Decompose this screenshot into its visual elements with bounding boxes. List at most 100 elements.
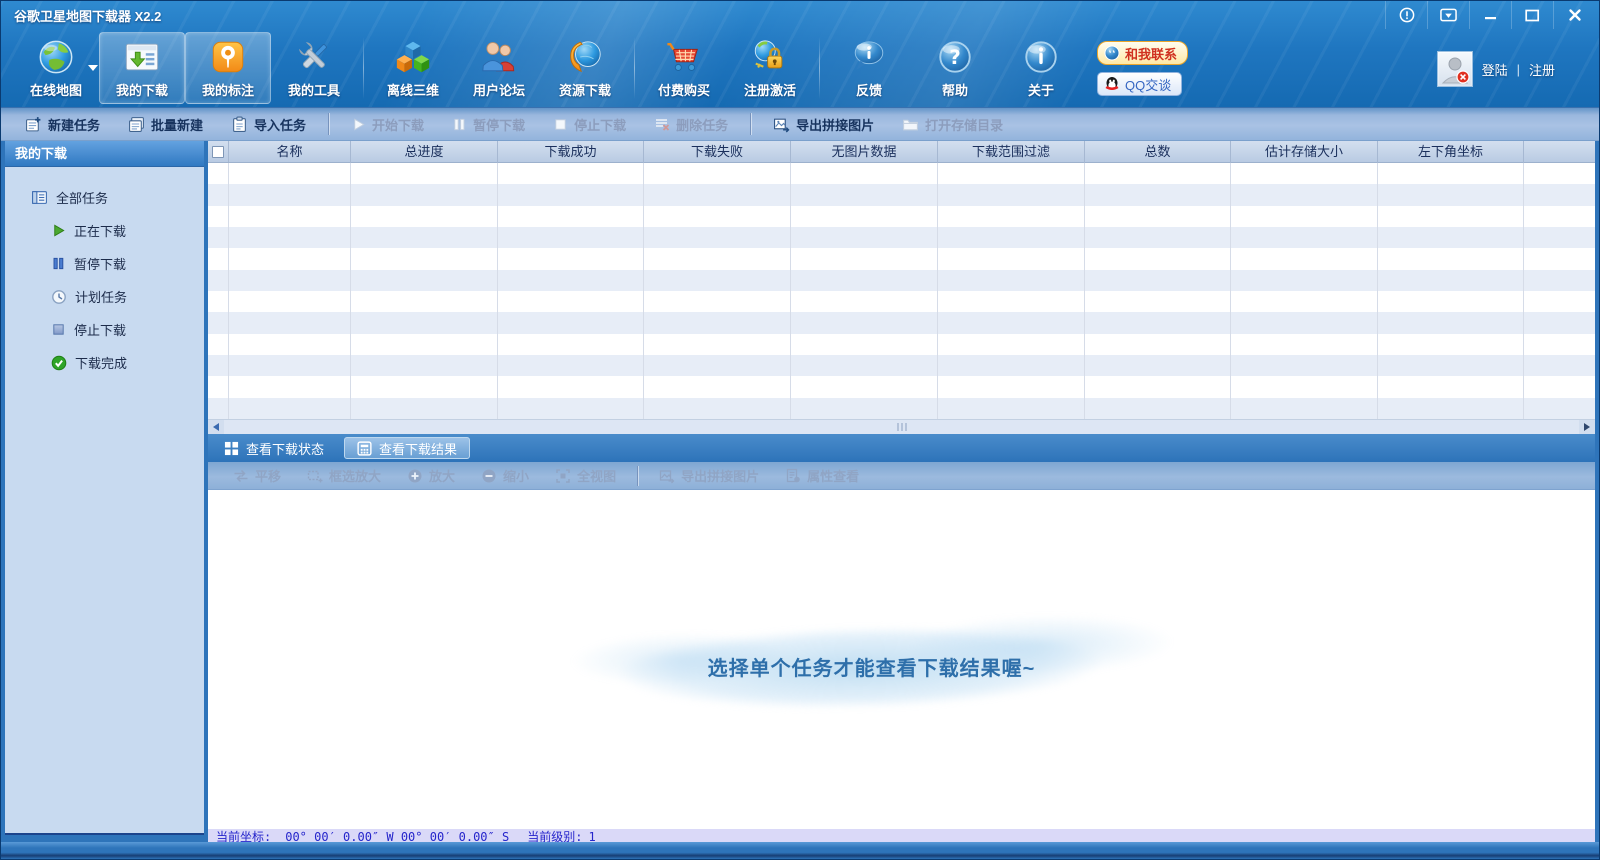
table-row[interactable] — [208, 355, 1595, 376]
view-properties-button[interactable]: 属性查看 — [772, 466, 872, 485]
sidebar-item-stopped[interactable]: 停止下载 — [5, 313, 204, 346]
toolbar-item-my-downloads[interactable]: 我的下载 — [99, 32, 185, 104]
scroll-left-button[interactable] — [208, 420, 224, 434]
stop-icon — [553, 117, 568, 132]
avatar[interactable] — [1437, 51, 1473, 87]
toolbar-item-feedback[interactable]: 反馈 — [826, 32, 912, 104]
export-image-icon — [773, 116, 790, 133]
toolbar-item-offline-3d[interactable]: 离线三维 — [370, 32, 456, 104]
grid-icon — [224, 441, 239, 456]
rect-zoom-button[interactable]: 框选放大 — [294, 466, 394, 485]
table-header: 名称总进度下载成功下载失败无图片数据下载范围过滤总数估计存储大小左下角坐标 — [208, 141, 1595, 163]
batch-new-button[interactable]: 批量新建 — [114, 115, 217, 134]
zoom-in-button[interactable]: 放大 — [394, 466, 468, 485]
column-header-0[interactable]: 名称 — [229, 141, 351, 163]
table-row[interactable] — [208, 163, 1595, 184]
table-row[interactable] — [208, 227, 1595, 248]
zoom-out-button[interactable]: 缩小 — [468, 466, 542, 485]
contact-me-button[interactable]: 和我联系 — [1097, 41, 1188, 65]
new-task-icon — [25, 116, 42, 133]
start-download-button[interactable]: 开始下载 — [337, 115, 438, 134]
toolbar-item-my-annotations[interactable]: 我的标注 — [185, 32, 271, 104]
horizontal-scrollbar[interactable] — [208, 419, 1595, 434]
feedback-bubble-icon — [850, 36, 888, 78]
column-header-1[interactable]: 总进度 — [351, 141, 498, 163]
minimize-to-tray-button[interactable] — [1427, 1, 1469, 29]
app-header: 谷歌卫星地图下载器 X2.2 — [1, 1, 1599, 107]
export-stitched-image-button-2[interactable]: 导出拼接图片 — [646, 466, 772, 485]
table-row[interactable] — [208, 312, 1595, 333]
info-button[interactable] — [1385, 1, 1427, 29]
delete-task-button[interactable]: 删除任务 — [640, 115, 742, 134]
maximize-button[interactable] — [1511, 1, 1553, 29]
globe-lock-icon — [751, 36, 789, 78]
table-row[interactable] — [208, 184, 1595, 205]
tab-download-results[interactable]: 查看下载结果 — [344, 437, 470, 459]
table-row[interactable] — [208, 376, 1595, 397]
window-bottom-frame — [1, 842, 1599, 859]
scroll-right-button[interactable] — [1579, 420, 1595, 434]
sidebar-item-downloading[interactable]: 正在下载 — [5, 214, 204, 247]
shopping-cart-icon — [665, 36, 703, 78]
column-header-6[interactable]: 总数 — [1085, 141, 1231, 163]
sidebar-item-all-tasks[interactable]: 全部任务 — [5, 181, 204, 214]
stop-download-button[interactable]: 停止下载 — [539, 115, 640, 134]
toolbar-item-user-forum[interactable]: 用户论坛 — [456, 32, 542, 104]
zoom-in-icon — [407, 468, 423, 484]
maximize-icon — [1525, 9, 1540, 22]
table-row[interactable] — [208, 248, 1595, 269]
toolbar-item-purchase[interactable]: 付费购买 — [641, 32, 727, 104]
about-info-icon — [1022, 36, 1060, 78]
import-task-button[interactable]: 导入任务 — [217, 115, 320, 134]
scrollbar-grip[interactable] — [897, 423, 906, 431]
column-header-7[interactable]: 估计存储大小 — [1231, 141, 1378, 163]
toolbar-item-resource-download[interactable]: 资源下载 — [542, 32, 628, 104]
window-title: 谷歌卫星地图下载器 X2.2 — [1, 6, 161, 25]
minimize-button[interactable] — [1469, 1, 1511, 29]
select-all-checkbox[interactable] — [212, 146, 224, 158]
table-row[interactable] — [208, 398, 1595, 419]
folder-icon — [902, 116, 919, 133]
globe-online-icon — [37, 36, 75, 78]
table-row[interactable] — [208, 270, 1595, 291]
toolbar-separator — [637, 466, 638, 486]
qq-chat-button[interactable]: QQ交谈 — [1097, 72, 1182, 96]
main-toolbar: 在线地图 我的下载 我的标注 我的工具 — [1, 29, 1599, 107]
column-header-3[interactable]: 下载失败 — [644, 141, 791, 163]
table-row[interactable] — [208, 334, 1595, 355]
stopped-icon — [51, 322, 66, 337]
pan-button[interactable]: 平移 — [220, 466, 294, 485]
toolbar-item-my-tools[interactable]: 我的工具 — [271, 32, 357, 104]
login-link[interactable]: 登陆 — [1482, 60, 1508, 79]
column-header-2[interactable]: 下载成功 — [498, 141, 644, 163]
open-storage-dir-button[interactable]: 打开存储目录 — [888, 115, 1017, 134]
tab-download-status[interactable]: 查看下载状态 — [218, 437, 330, 459]
close-icon — [1568, 8, 1582, 22]
export-image-icon — [659, 468, 675, 484]
column-header-5[interactable]: 下载范围过滤 — [938, 141, 1085, 163]
toolbar-separator — [634, 37, 635, 99]
column-header-8[interactable]: 左下角坐标 — [1378, 141, 1524, 163]
pause-download-button[interactable]: 暂停下载 — [438, 115, 539, 134]
table-row[interactable] — [208, 206, 1595, 227]
register-link[interactable]: 注册 — [1529, 60, 1555, 79]
export-stitched-image-button[interactable]: 导出拼接图片 — [759, 115, 888, 134]
sidebar-item-completed[interactable]: 下载完成 — [5, 346, 204, 379]
empty-message-block: 选择单个任务才能查看下载结果喔~ — [572, 618, 1172, 708]
toolbar-separator — [328, 113, 329, 135]
sidebar-item-paused[interactable]: 暂停下载 — [5, 247, 204, 280]
chevron-down-icon[interactable] — [88, 65, 98, 71]
table-row[interactable] — [208, 291, 1595, 312]
new-task-button[interactable]: 新建任务 — [11, 115, 114, 134]
qq-penguin-icon — [1104, 76, 1120, 92]
close-button[interactable] — [1553, 1, 1595, 29]
column-header-4[interactable]: 无图片数据 — [791, 141, 938, 163]
full-view-button[interactable]: 全视图 — [542, 466, 629, 485]
scrollbar-track[interactable] — [224, 420, 1579, 434]
toolbar-item-about[interactable]: 关于 — [998, 32, 1084, 104]
all-tasks-icon — [31, 189, 48, 206]
toolbar-item-online-map[interactable]: 在线地图 — [13, 32, 99, 104]
sidebar-item-scheduled[interactable]: 计划任务 — [5, 280, 204, 313]
toolbar-item-help[interactable]: ? 帮助 — [912, 32, 998, 104]
toolbar-item-activation[interactable]: 注册激活 — [727, 32, 813, 104]
